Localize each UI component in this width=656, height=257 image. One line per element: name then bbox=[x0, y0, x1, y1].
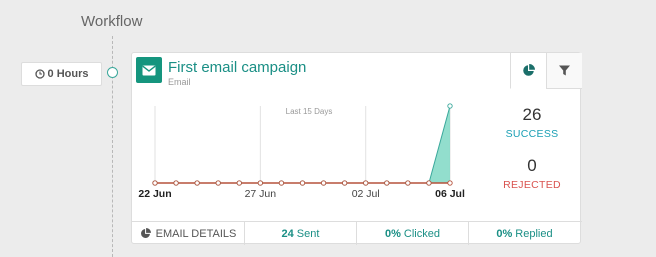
chart-grid bbox=[154, 106, 451, 183]
clicked-value: 0% bbox=[385, 227, 401, 240]
pie-chart-icon bbox=[140, 228, 151, 238]
replied-stat[interactable]: 0% Replied bbox=[468, 222, 580, 245]
timeline-node bbox=[107, 67, 118, 78]
email-details-button[interactable]: EMAIL DETAILS bbox=[132, 222, 244, 245]
tab-filter[interactable] bbox=[546, 53, 582, 89]
data-point bbox=[152, 180, 158, 186]
data-point bbox=[194, 180, 200, 186]
data-point bbox=[173, 180, 179, 186]
rejected-label: REJECTED bbox=[503, 179, 561, 191]
pie-chart-icon bbox=[523, 64, 535, 76]
data-point bbox=[215, 180, 221, 186]
sent-value: 24 bbox=[281, 227, 294, 240]
clock-icon bbox=[34, 69, 45, 79]
replied-value: 0% bbox=[496, 227, 513, 240]
chart-ticks: 22 Jun 27 Jun 02 Jul 06 Jul bbox=[138, 188, 465, 200]
data-point bbox=[278, 180, 285, 186]
card-footer: EMAIL DETAILS 24 Sent 0% Clicked 0% Repl… bbox=[132, 221, 582, 245]
delay-chip[interactable]: 0 Hours bbox=[21, 62, 102, 86]
series-area bbox=[155, 106, 450, 183]
campaign-title[interactable]: First email campaign bbox=[168, 59, 306, 76]
filter-icon bbox=[559, 65, 570, 76]
data-point bbox=[426, 180, 432, 186]
chart-series bbox=[155, 105, 451, 184]
series-line bbox=[155, 105, 451, 184]
data-point bbox=[341, 180, 348, 186]
data-point bbox=[363, 180, 369, 186]
delay-label: 0 Hours bbox=[47, 68, 89, 80]
tick-label: 27 Jun bbox=[245, 188, 277, 200]
data-point bbox=[405, 180, 411, 186]
sends-chart: Last 15 Days 22 Jun 27 Jun 02 Jul 06 Jul bbox=[138, 103, 465, 200]
tick-label: 06 Jul bbox=[435, 188, 465, 200]
clicked-stat[interactable]: 0% Clicked bbox=[356, 222, 468, 245]
data-point bbox=[320, 180, 327, 186]
chart-points bbox=[152, 103, 453, 186]
tick-label: 22 Jun bbox=[138, 188, 171, 200]
campaign-type: Email bbox=[168, 77, 191, 87]
tick-label: 02 Jul bbox=[352, 188, 380, 200]
data-point bbox=[384, 180, 390, 186]
clicked-label: Clicked bbox=[403, 227, 440, 240]
success-label: SUCCESS bbox=[505, 128, 559, 140]
chart-annotation: Last 15 Days bbox=[286, 107, 333, 116]
sent-stat[interactable]: 24 Sent bbox=[244, 222, 356, 245]
campaign-card: First email campaign Email Last 15 Days … bbox=[131, 52, 582, 245]
replied-label: Replied bbox=[515, 227, 553, 240]
data-point bbox=[257, 180, 264, 186]
card-header: First email campaign Email bbox=[132, 53, 582, 89]
email-icon bbox=[136, 57, 162, 83]
stats-panel: 26 SUCCESS 0 REJECTED bbox=[482, 105, 582, 191]
data-point bbox=[236, 180, 242, 186]
sent-label: Sent bbox=[296, 227, 320, 240]
success-count: 26 bbox=[522, 105, 542, 124]
tab-chart[interactable] bbox=[510, 53, 546, 89]
rejected-count: 0 bbox=[527, 156, 537, 175]
data-point bbox=[447, 103, 453, 109]
data-point bbox=[447, 180, 453, 186]
page-title: Workflow bbox=[81, 13, 143, 30]
email-details-label: EMAIL DETAILS bbox=[155, 227, 237, 240]
data-point bbox=[299, 180, 306, 186]
